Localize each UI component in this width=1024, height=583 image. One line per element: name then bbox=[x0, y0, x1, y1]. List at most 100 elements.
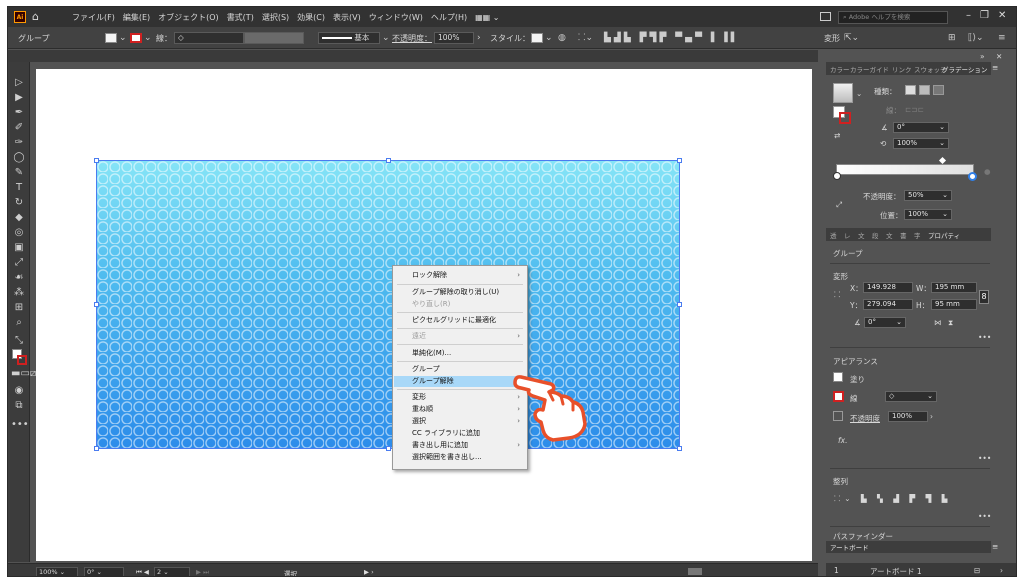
handle-middle-right[interactable] bbox=[677, 302, 682, 307]
zoom-field[interactable]: 100% ⌄ bbox=[36, 567, 78, 576]
appearance-more-icon[interactable]: ••• bbox=[978, 454, 991, 463]
ctx-arrange[interactable]: 重ね順 › bbox=[394, 404, 526, 415]
artboard-list-row[interactable]: 1 アートボード 1 ⊟ › bbox=[826, 563, 1016, 576]
w-field[interactable]: 195 mm bbox=[931, 282, 977, 293]
eyedropper-tool-icon[interactable]: ⤢ bbox=[11, 256, 27, 270]
paintbrush-tool-icon[interactable]: ✎ bbox=[11, 166, 27, 180]
rotate-dropdown-icon[interactable]: ⌄ bbox=[896, 318, 902, 327]
appearance-stroke-swatch[interactable] bbox=[833, 391, 844, 402]
align-more-icon[interactable]: ••• bbox=[978, 512, 991, 521]
minimize-icon[interactable]: – bbox=[966, 10, 971, 21]
style-dropdown-icon[interactable]: ⌄ bbox=[545, 33, 553, 43]
ctx-group[interactable]: グループ bbox=[394, 364, 526, 375]
horizontal-scrollbar-thumb[interactable] bbox=[688, 568, 702, 575]
eraser-tool-icon[interactable]: ◆ bbox=[11, 211, 27, 225]
menu-file[interactable]: ファイル(F) bbox=[72, 12, 115, 23]
pen-tool-icon[interactable]: ✒ bbox=[11, 106, 27, 120]
angle-field[interactable]: 0° ⌄ bbox=[893, 122, 949, 133]
gradient-slider[interactable] bbox=[836, 164, 974, 175]
gradient-preview-swatch[interactable] bbox=[833, 83, 853, 103]
zoom-tool-icon[interactable]: ⌕ bbox=[11, 316, 27, 330]
menu-object[interactable]: オブジェクト(O) bbox=[158, 12, 219, 23]
fill-swatch[interactable] bbox=[105, 33, 117, 43]
flip-vertical-icon[interactable]: ⧗ bbox=[948, 318, 953, 328]
align-options-icons[interactable]: ⸬⌄ ▙ ▚ ▟ ▛ ▜ ▙ bbox=[834, 494, 951, 504]
ctx-collect-for-export[interactable]: 書き出し用に追加 › bbox=[394, 440, 526, 451]
rotation-field[interactable]: 0° ⌄ bbox=[84, 567, 124, 576]
curvature-tool-icon[interactable]: ✐ bbox=[11, 121, 27, 135]
blend-tool-icon[interactable]: ☙ bbox=[11, 271, 27, 285]
edit-toolbar-icon[interactable]: ••• bbox=[11, 418, 29, 432]
menu-edit[interactable]: 編集(E) bbox=[123, 12, 150, 23]
handle-bottom-right[interactable] bbox=[677, 446, 682, 451]
handle-top-left[interactable] bbox=[94, 158, 99, 163]
ctx-transform[interactable]: 変形 › bbox=[394, 392, 526, 403]
artboard-number-field[interactable]: 2 ⌄ bbox=[154, 567, 190, 576]
gradient-location-dropdown-icon[interactable]: ⌄ bbox=[942, 210, 948, 219]
gradient-opacity-dropdown-icon[interactable]: ⌄ bbox=[942, 191, 948, 200]
menu-effect[interactable]: 効果(C) bbox=[297, 12, 325, 23]
ctx-unlock[interactable]: ロック解除 › bbox=[394, 270, 526, 281]
artboard-name[interactable]: アートボード 1 bbox=[870, 566, 922, 576]
delete-stop-icon[interactable]: ● bbox=[984, 167, 991, 176]
tab-gradient[interactable]: グラデーション bbox=[942, 64, 987, 74]
h-field[interactable]: 95 mm bbox=[931, 299, 977, 310]
gradient-panel-menu-icon[interactable]: ≡ bbox=[992, 63, 998, 72]
brush-dropdown-icon[interactable]: ⌄ bbox=[382, 33, 390, 43]
gradient-location-field[interactable]: 100% ⌄ bbox=[904, 209, 952, 220]
swap-fill-stroke-icon[interactable]: ⤡ bbox=[11, 334, 27, 348]
appearance-opacity-label[interactable]: 不透明度 bbox=[850, 413, 880, 424]
appearance-fill-swatch[interactable] bbox=[833, 372, 843, 382]
handle-top-center[interactable] bbox=[386, 158, 391, 163]
menu-view[interactable]: 表示(V) bbox=[333, 12, 361, 23]
tab-layers[interactable]: レ bbox=[844, 230, 851, 240]
symbol-sprayer-tool-icon[interactable]: ⁂ bbox=[11, 286, 27, 300]
tab-links[interactable]: リンク bbox=[892, 64, 912, 74]
angle-dropdown-icon[interactable]: ⌄ bbox=[939, 123, 945, 132]
opacity-checkbox-icon[interactable] bbox=[833, 411, 843, 421]
appearance-opacity-arrow-icon[interactable]: › bbox=[930, 412, 933, 421]
gradient-opacity-field[interactable]: 50% ⌄ bbox=[904, 190, 952, 201]
restore-icon[interactable]: ❐ bbox=[980, 10, 989, 21]
tab-character[interactable]: 文 bbox=[858, 230, 865, 240]
color-mode-icons[interactable]: ▬▭⧄ bbox=[11, 367, 36, 381]
status-menu-icon[interactable]: ▶ › bbox=[364, 568, 374, 576]
ctx-pixel-align[interactable]: ピクセルグリッドに最適化 bbox=[394, 315, 526, 326]
linear-gradient-icon[interactable] bbox=[905, 85, 916, 95]
tab-color[interactable]: カラー bbox=[830, 64, 850, 74]
tab-paragraph[interactable]: 段 bbox=[872, 230, 879, 240]
gradient-tool-icon[interactable]: ▣ bbox=[11, 241, 27, 255]
menu-help[interactable]: ヘルプ(H) bbox=[431, 12, 467, 23]
gradient-preset-dropdown-icon[interactable]: ⌄ bbox=[856, 89, 862, 98]
handle-bottom-left[interactable] bbox=[94, 446, 99, 451]
handle-top-right[interactable] bbox=[677, 158, 682, 163]
ctx-simplify[interactable]: 単純化(M)... bbox=[394, 348, 526, 359]
appearance-fill-label[interactable]: 塗り bbox=[850, 374, 865, 385]
transform-link[interactable]: 変形 bbox=[824, 33, 840, 44]
tab-char-styles[interactable]: 書 bbox=[900, 230, 907, 240]
workspace-switcher-icon[interactable]: ▦▦ ⌄ bbox=[475, 13, 499, 22]
next-artboard-icon[interactable]: ▶ ⏭ bbox=[196, 568, 209, 576]
fill-dropdown-icon[interactable]: ⌄ bbox=[119, 33, 127, 43]
x-field[interactable]: 149.928 bbox=[863, 282, 913, 293]
graphic-style-swatch[interactable] bbox=[531, 33, 543, 43]
stroke-weight-field[interactable]: ◇ bbox=[174, 32, 244, 44]
gradient-eyedropper-icon[interactable]: ⤢ bbox=[836, 200, 842, 210]
tab-properties[interactable]: プロパティ bbox=[928, 230, 960, 240]
ctx-perspective[interactable]: 遠近 › bbox=[394, 331, 526, 342]
ctx-export-selection[interactable]: 選択範囲を書き出し... bbox=[394, 452, 526, 463]
shape-builder-tool-icon[interactable]: ◎ bbox=[11, 226, 27, 240]
control-bar-menu-icon[interactable]: ≡ bbox=[998, 33, 1006, 43]
panel-menu-icon[interactable]: ⟦⟩⌄ bbox=[968, 33, 984, 43]
first-artboard-icon[interactable]: ⏮ ◀ bbox=[136, 568, 149, 576]
artboards-panel-menu-icon[interactable]: ≡ bbox=[992, 542, 998, 551]
screen-mode-icon[interactable]: ⧉ bbox=[11, 399, 27, 413]
ctx-undo-ungroup[interactable]: グループ解除の取り消し(U) bbox=[394, 287, 526, 298]
artboard-options-icon[interactable]: ⊟ bbox=[974, 566, 980, 575]
direct-selection-tool-icon[interactable]: ▶ bbox=[11, 91, 27, 105]
help-search-input[interactable]: ⌕ Adobe ヘルプを検索 bbox=[838, 11, 948, 24]
fx-icon[interactable]: fx. bbox=[838, 436, 847, 445]
tab-open-type[interactable]: 文 bbox=[886, 230, 893, 240]
appearance-opacity-field[interactable]: 100% bbox=[888, 411, 928, 422]
brush-definition[interactable]: 基本 bbox=[318, 32, 380, 44]
